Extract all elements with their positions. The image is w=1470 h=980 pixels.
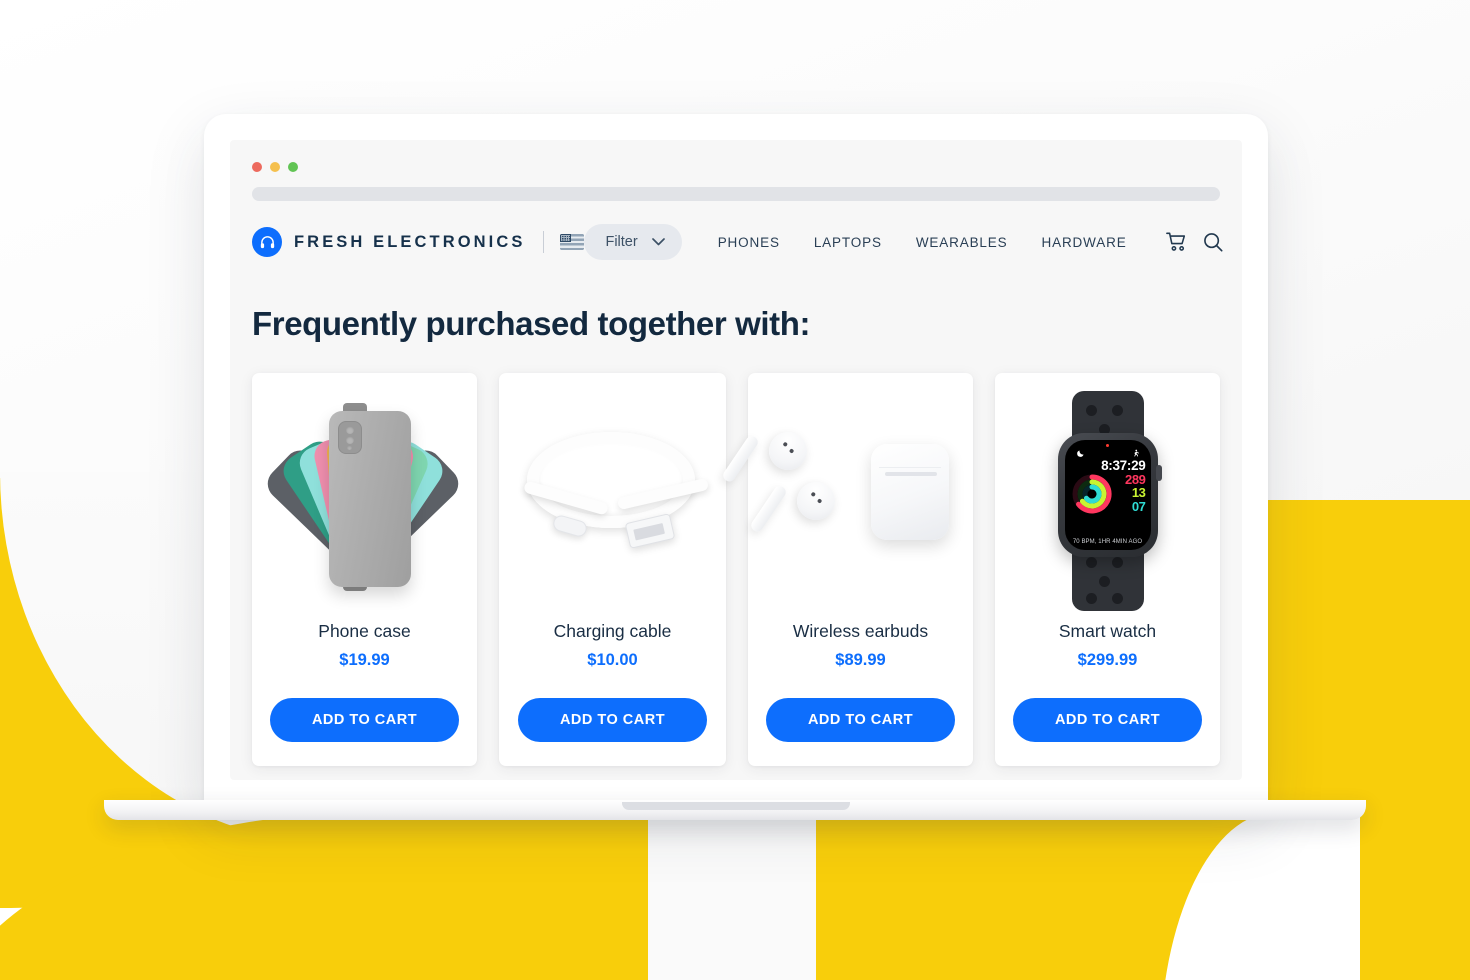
laptop-base-notch <box>622 802 850 810</box>
nav-link-wearables[interactable]: WEARABLES <box>916 235 1008 250</box>
product-card[interactable]: Phone case $19.99 ADD TO CART <box>252 373 477 766</box>
headphones-icon <box>252 227 282 257</box>
activity-rings <box>1072 474 1112 514</box>
heart-rate-text: 70 BPM, 1HR 4MIN AGO <box>1072 539 1143 545</box>
header-right: Filter PHONES LAPTOPS WEARABLES HARDWARE <box>584 224 1223 260</box>
header-icons <box>1165 231 1224 253</box>
nav-link-hardware[interactable]: HARDWARE <box>1042 235 1127 250</box>
phone-case-image <box>261 387 465 615</box>
product-price: $299.99 <box>1077 651 1138 669</box>
product-name: Charging cable <box>553 621 672 641</box>
product-price: $89.99 <box>835 651 886 669</box>
watch-time: 8:37:29 <box>1101 458 1146 473</box>
runner-icon <box>1131 445 1140 457</box>
exercise-value: 13 <box>1131 485 1146 501</box>
page-title: Frequently purchased together with: <box>252 305 811 342</box>
product-card[interactable]: Wireless earbuds $89.99 ADD TO CART <box>721 373 973 766</box>
primary-navigation: PHONES LAPTOPS WEARABLES HARDWARE <box>718 235 1127 250</box>
brand-divider <box>543 231 545 253</box>
stand-value: 07 <box>1131 498 1146 514</box>
add-to-cart-button[interactable]: ADD TO CART <box>1013 698 1202 742</box>
browser-window: FRESH ELECTRONICS Filter PHONES LAPTOPS … <box>230 140 1242 780</box>
minimize-window-button[interactable] <box>270 162 280 172</box>
close-window-button[interactable] <box>252 162 262 172</box>
nav-link-laptops[interactable]: LAPTOPS <box>814 235 882 250</box>
window-controls <box>252 162 1220 172</box>
us-flag-icon[interactable] <box>560 234 585 250</box>
product-name: Smart watch <box>1058 621 1157 641</box>
search-icon[interactable] <box>1202 231 1224 253</box>
add-to-cart-button[interactable]: ADD TO CART <box>518 698 707 742</box>
product-grid: Phone case $19.99 ADD TO CART Charging c… <box>252 373 1220 766</box>
filter-label: Filter <box>605 234 638 250</box>
moon-icon <box>1076 445 1085 457</box>
product-name: Phone case <box>318 621 411 641</box>
watch-case: 8:37:29 289 13 07 70 BPM, 1HR 4MIN AGO <box>1057 433 1162 557</box>
move-value: 289 <box>1125 472 1146 487</box>
nav-link-phones[interactable]: PHONES <box>718 235 780 250</box>
watch-metrics: 289 13 07 <box>1125 473 1146 513</box>
chevron-down-icon <box>651 233 665 251</box>
laptop-mockup: FRESH ELECTRONICS Filter PHONES LAPTOPS … <box>0 0 1470 980</box>
site-header: FRESH ELECTRONICS Filter PHONES LAPTOPS … <box>252 211 1223 273</box>
filter-dropdown[interactable]: Filter <box>584 224 682 260</box>
product-price: $10.00 <box>587 651 638 669</box>
product-card[interactable]: Charging cable $10.00 ADD TO CART <box>499 373 726 766</box>
brand-name: FRESH ELECTRONICS <box>294 232 526 251</box>
maximize-window-button[interactable] <box>288 162 298 172</box>
shopping-cart-icon[interactable] <box>1165 231 1188 253</box>
add-to-cart-button[interactable]: ADD TO CART <box>270 698 459 742</box>
add-to-cart-button[interactable]: ADD TO CART <box>766 698 955 742</box>
browser-chrome <box>230 140 1242 201</box>
laptop-lid: FRESH ELECTRONICS Filter PHONES LAPTOPS … <box>204 114 1268 806</box>
product-card[interactable]: 8:37:29 289 13 07 70 BPM, 1HR 4MIN AGO S… <box>995 373 1220 766</box>
page-content: FRESH ELECTRONICS Filter PHONES LAPTOPS … <box>230 211 1242 766</box>
brand-logo[interactable]: FRESH ELECTRONICS <box>252 227 585 257</box>
charging-cable-image <box>513 387 712 615</box>
watch-crown <box>1155 465 1162 481</box>
address-bar[interactable] <box>252 187 1220 201</box>
wireless-earbuds-image <box>721 387 959 615</box>
product-name: Wireless earbuds <box>792 621 929 641</box>
smart-watch-image: 8:37:29 289 13 07 70 BPM, 1HR 4MIN AGO <box>1009 387 1206 615</box>
product-price: $19.99 <box>339 651 390 669</box>
watch-face: 8:37:29 289 13 07 70 BPM, 1HR 4MIN AGO <box>1064 440 1151 550</box>
